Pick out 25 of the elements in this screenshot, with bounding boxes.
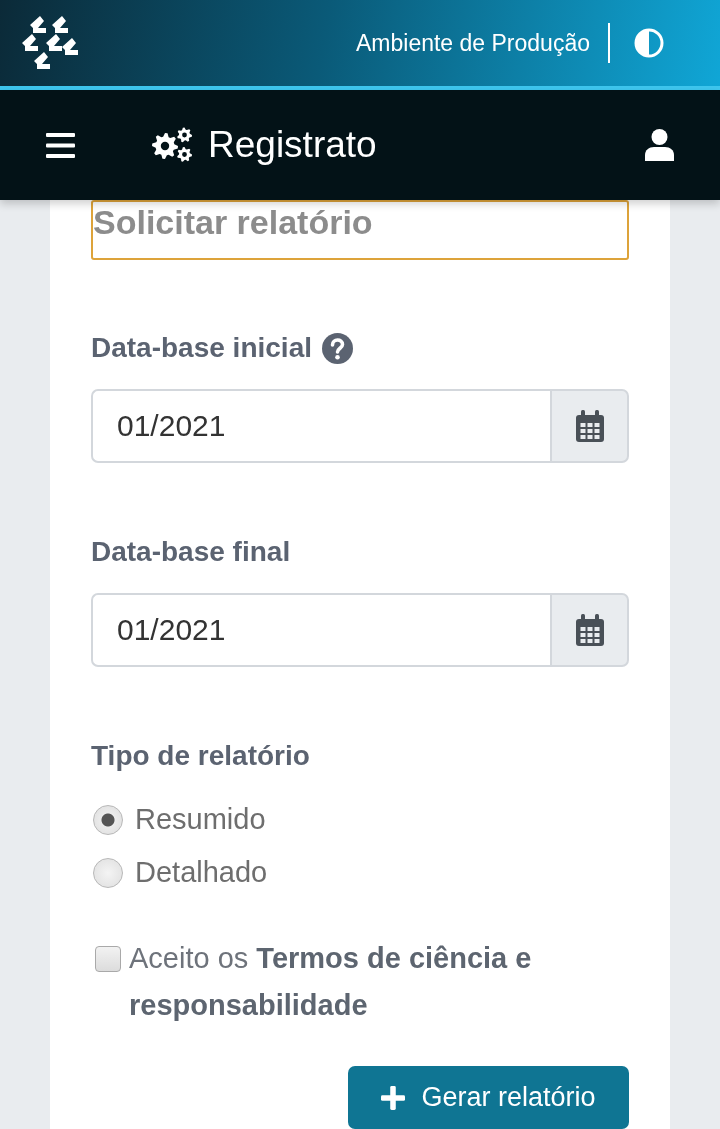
section-heading: Solicitar relatório bbox=[91, 200, 629, 260]
plus-icon bbox=[381, 1085, 406, 1110]
date-input-field[interactable]: 01/2021 bbox=[91, 593, 550, 667]
date-input-field[interactable]: 01/2021 bbox=[91, 389, 550, 463]
field-label: Data-base final bbox=[91, 536, 291, 568]
gears-icon bbox=[151, 127, 193, 163]
user-icon[interactable] bbox=[645, 129, 674, 161]
radio-label[interactable]: Resumido bbox=[135, 803, 266, 836]
environment-label: Ambiente de Produção bbox=[356, 29, 590, 57]
generate-report-button[interactable]: Gerar relatório bbox=[348, 1066, 629, 1129]
terms-text: Aceito os Termos de ciência e responsabilidade bbox=[129, 941, 533, 1023]
calendar-icon bbox=[575, 614, 604, 646]
field-label: Tipo de relatório bbox=[91, 740, 310, 772]
calendar-button[interactable] bbox=[550, 389, 629, 463]
field-label: Data-base inicial bbox=[91, 332, 312, 364]
help-icon[interactable] bbox=[322, 332, 353, 364]
app-title: Registrato bbox=[208, 124, 377, 166]
checkbox[interactable] bbox=[95, 946, 121, 972]
calendar-button[interactable] bbox=[550, 593, 629, 667]
contrast-icon[interactable] bbox=[634, 28, 664, 58]
radio-button[interactable] bbox=[93, 804, 123, 835]
radio-label[interactable]: Detalhado bbox=[135, 856, 268, 889]
radio-button[interactable] bbox=[93, 857, 123, 888]
menu-icon[interactable] bbox=[46, 132, 75, 158]
calendar-icon bbox=[575, 410, 604, 442]
